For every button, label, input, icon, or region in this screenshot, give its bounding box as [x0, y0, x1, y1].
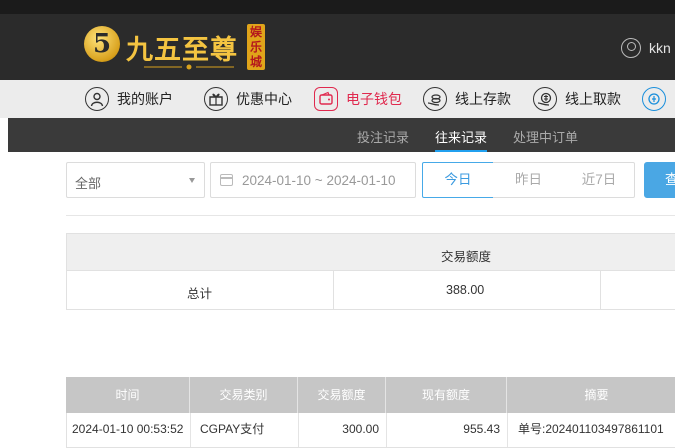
nav-item-more[interactable] [642, 86, 674, 112]
top-bar [0, 0, 675, 14]
today-button[interactable]: 今日 [422, 162, 494, 198]
nav-item-promotions[interactable]: 优惠中心 [204, 86, 292, 112]
tab-bet-records[interactable]: 投注记录 [357, 127, 409, 146]
records-table-header: 时间 交易类别 交易额度 现有额度 摘要 [66, 377, 675, 413]
withdraw-icon [533, 87, 557, 111]
column-header: 摘要 [584, 388, 609, 402]
user-name[interactable]: kkn [649, 40, 671, 56]
type-select-value: 全部 [75, 176, 102, 191]
cell-time: 2024-01-10 00:53:52 [67, 413, 191, 447]
logo-coin-icon: 5 [84, 26, 120, 62]
nav-item-label: 电子钱包 [346, 91, 402, 107]
main-nav: 我的账户 优惠中心 电子钱包 线上存款 线上取款 [0, 80, 675, 118]
nav-item-label: 线上取款 [565, 91, 621, 107]
nav-item-label: 线上存款 [455, 91, 511, 107]
summary-label: 总计 [187, 287, 213, 301]
search-button[interactable]: 查 [644, 162, 675, 198]
summary-value-cell: 388.00 [334, 271, 601, 309]
nav-item-label: 优惠中心 [236, 91, 292, 107]
type-select[interactable]: 全部 [66, 162, 205, 198]
coin-icon [642, 87, 666, 111]
column-header: 现有额度 [386, 377, 507, 413]
brand-tag: 娱乐城 [247, 24, 265, 70]
deposit-icon [423, 87, 447, 111]
table-row: 2024-01-10 00:53:52 CGPAY支付 300.00 955.4… [66, 413, 675, 448]
nav-item-label: 我的账户 [117, 91, 173, 107]
date-range-input[interactable]: 2024-01-10 ~ 2024-01-10 [210, 162, 416, 198]
tab-pending-orders[interactable]: 处理中订单 [513, 127, 578, 146]
column-header: 时间 [66, 377, 190, 413]
cell-balance: 955.43 [387, 413, 508, 447]
summary-header: 交易额度 [66, 233, 675, 271]
summary-header-label: 交易额度 [441, 250, 492, 264]
nav-item-deposit[interactable]: 线上存款 [423, 86, 511, 112]
cell-summary: 单号:202401103497861101 [518, 422, 664, 436]
last-7-days-button[interactable]: 近7日 [564, 162, 635, 198]
cell-type: CGPAY支付 [191, 413, 299, 447]
wallet-icon [314, 87, 338, 111]
cell-amount: 300.00 [299, 413, 387, 447]
site-logo[interactable]: 5 九五至尊 娱乐城 [84, 24, 274, 74]
gift-icon [204, 87, 228, 111]
divider [66, 215, 675, 216]
nav-item-wallet[interactable]: 电子钱包 [314, 86, 402, 112]
column-header: 交易额度 [298, 377, 386, 413]
nav-item-account[interactable]: 我的账户 [85, 86, 173, 112]
summary-value: 388.00 [446, 283, 485, 297]
column-header: 交易类别 [190, 377, 298, 413]
logo-ornament-icon [144, 64, 234, 70]
yesterday-button[interactable]: 昨日 [493, 162, 565, 198]
tab-transactions[interactable]: 往来记录 [435, 127, 488, 152]
summary-label-cell: 总计 [67, 271, 334, 309]
date-range-value: 2024-01-10 ~ 2024-01-10 [242, 173, 396, 188]
calendar-icon [220, 174, 233, 186]
sub-nav: 投注记录 往来记录 处理中订单 [8, 118, 675, 152]
brand-name: 九五至尊 [126, 35, 238, 66]
summary-row: 总计 388.00 [66, 271, 675, 310]
user-icon [85, 87, 109, 111]
user-avatar-icon [621, 38, 641, 58]
site-header: 5 九五至尊 娱乐城 kkn [0, 14, 675, 80]
caret-down-icon [189, 178, 195, 183]
nav-item-withdraw[interactable]: 线上取款 [533, 86, 621, 112]
